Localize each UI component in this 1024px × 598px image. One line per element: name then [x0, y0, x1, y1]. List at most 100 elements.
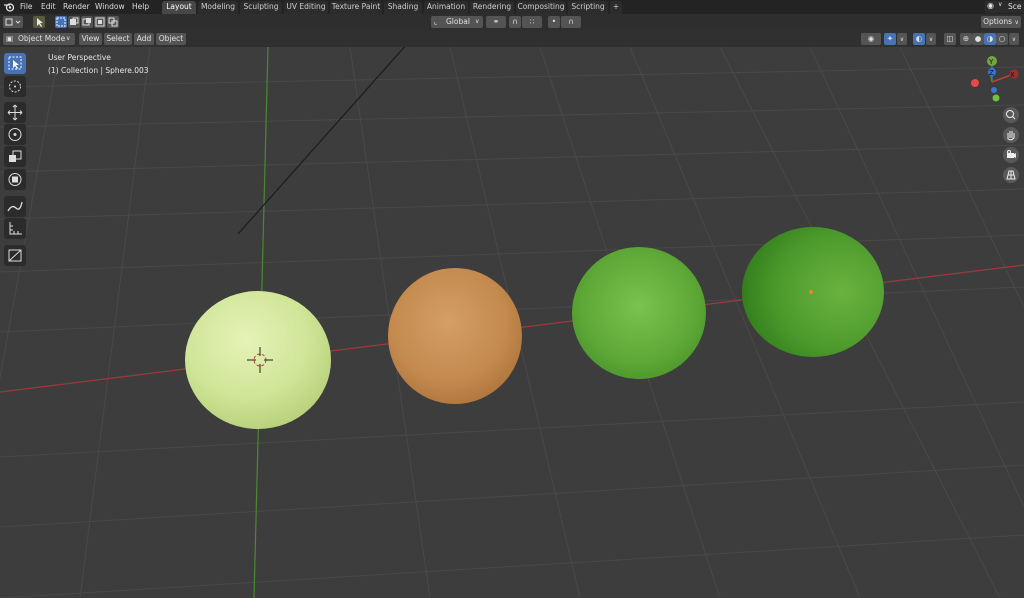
scene-selector[interactable]: ◉ ∨ Sce: [985, 1, 1024, 13]
snap-target-dropdown[interactable]: ∷: [522, 16, 542, 28]
3d-viewport[interactable]: User Perspective (1) Collection | Sphere…: [0, 47, 1024, 598]
shading-material-button[interactable]: ◑: [984, 33, 996, 45]
select-extend-icon[interactable]: [68, 16, 80, 28]
camera-view-button[interactable]: [1003, 147, 1019, 163]
zoom-button[interactable]: [1003, 107, 1019, 123]
cursor-icon: [9, 80, 21, 93]
menu-object[interactable]: Object: [156, 33, 186, 45]
tool-cursor[interactable]: [4, 76, 26, 97]
gizmo-toggle[interactable]: ✦: [884, 33, 896, 45]
tool-add-cube[interactable]: [4, 245, 26, 266]
menu-file[interactable]: File: [20, 1, 33, 13]
perspective-toggle-button[interactable]: [1003, 167, 1019, 183]
gizmo-dropdown[interactable]: ∨: [897, 33, 907, 45]
menu-edit[interactable]: Edit: [41, 1, 56, 13]
zoom-icon: [1006, 110, 1016, 120]
solid-sphere-icon: ●: [974, 34, 982, 43]
blender-logo-icon[interactable]: [4, 2, 15, 12]
tab-compositing[interactable]: Compositing: [516, 1, 566, 14]
tab-modeling[interactable]: Modeling: [198, 1, 238, 14]
tool-move[interactable]: [4, 102, 26, 123]
tab-uv-editing[interactable]: UV Editing: [284, 1, 328, 14]
sphere-green: [572, 247, 706, 379]
menu-render[interactable]: Render: [63, 1, 90, 13]
add-workspace-button[interactable]: +: [610, 1, 622, 14]
rotate-icon: [8, 128, 22, 141]
material-sphere-icon: ◑: [986, 34, 994, 43]
pivot-point-dropdown[interactable]: ⚭: [486, 16, 506, 28]
proportional-edit-toggle[interactable]: •: [548, 16, 560, 28]
viewport-header: ▣ Object Mode ∨ View Select Add Object ◉…: [0, 31, 1024, 47]
top-menu-bar: File Edit Render Window Help Layout Mode…: [0, 0, 1024, 14]
hand-icon: [1007, 131, 1015, 141]
tab-layout[interactable]: Layout: [162, 1, 196, 14]
editor-type-button[interactable]: [3, 16, 23, 28]
gizmo-icon: ✦: [886, 34, 894, 43]
move-icon: [7, 104, 23, 121]
mode-label: Object Mode: [18, 34, 66, 43]
pan-button[interactable]: [1003, 127, 1019, 143]
tab-animation[interactable]: Animation: [424, 1, 468, 14]
menu-view[interactable]: View: [79, 33, 102, 45]
visibility-dropdown[interactable]: ◉: [861, 33, 881, 45]
pivot-icon: ⚭: [492, 17, 500, 26]
falloff-dropdown[interactable]: ∩: [561, 16, 581, 28]
select-tool-icon[interactable]: [33, 16, 45, 28]
shading-solid-button[interactable]: ●: [972, 33, 984, 45]
overlay-toggle[interactable]: ◐: [913, 33, 925, 45]
add-cube-icon: [8, 249, 22, 262]
tab-rendering[interactable]: Rendering: [470, 1, 514, 14]
dot-icon: •: [551, 17, 557, 26]
overlay-dropdown[interactable]: ∨: [926, 33, 936, 45]
chevron-down-icon: ∨: [1011, 36, 1017, 43]
shading-rendered-button[interactable]: ○: [996, 33, 1008, 45]
navigation-gizmo[interactable]: X Y Z: [958, 52, 1024, 112]
menu-help[interactable]: Help: [132, 1, 149, 13]
menu-window[interactable]: Window: [95, 1, 125, 13]
tool-rotate[interactable]: [4, 124, 26, 145]
gizmo-neg-x: [971, 79, 979, 87]
select-intersect-icon[interactable]: [107, 16, 119, 28]
mode-dropdown[interactable]: ▣ Object Mode ∨: [3, 33, 75, 45]
viewport-perspective-label: User Perspective: [48, 53, 111, 62]
origin-point: [809, 290, 813, 294]
tool-select-box[interactable]: [4, 53, 26, 74]
select-invert-icon[interactable]: [94, 16, 106, 28]
tool-transform[interactable]: [4, 169, 26, 190]
options-dropdown[interactable]: Options ∨: [981, 16, 1021, 28]
chevron-down-icon: ∨: [899, 36, 905, 43]
tool-measure[interactable]: [4, 218, 26, 239]
tool-annotate[interactable]: [4, 196, 26, 217]
object-mode-icon: ▣: [6, 34, 14, 43]
tool-scale[interactable]: [4, 146, 26, 167]
tab-texture-paint[interactable]: Texture Paint: [330, 1, 382, 14]
chevron-down-icon: ∨: [928, 36, 934, 43]
viewport-scene: [0, 47, 1024, 598]
magnet-icon: ∩: [512, 17, 518, 26]
gizmo-x-label: X: [1010, 71, 1015, 79]
rendered-sphere-icon: ○: [998, 34, 1006, 43]
chevron-down-icon: ∨: [66, 35, 71, 42]
xray-toggle[interactable]: ◫: [944, 33, 956, 45]
transform-orientation-dropdown[interactable]: ⌞ Global ∨: [431, 16, 483, 28]
tab-scripting[interactable]: Scripting: [568, 1, 608, 14]
overlay-icon: ◐: [915, 34, 923, 43]
chevron-down-icon: ∨: [998, 1, 1003, 8]
select-new-icon[interactable]: [55, 16, 67, 28]
chevron-down-icon: ∨: [1014, 19, 1019, 26]
tab-shading[interactable]: Shading: [384, 1, 422, 14]
menu-select[interactable]: Select: [104, 33, 132, 45]
shading-wireframe-button[interactable]: ⊕: [960, 33, 972, 45]
camera-icon: [1007, 150, 1016, 158]
measure-icon: [9, 222, 22, 235]
annotate-icon: [7, 201, 23, 212]
select-subtract-icon[interactable]: [81, 16, 93, 28]
shading-dropdown[interactable]: ∨: [1009, 33, 1019, 45]
viewport-collection-label: (1) Collection | Sphere.003: [48, 66, 149, 75]
tab-sculpting[interactable]: Sculpting: [240, 1, 282, 14]
snap-toggle[interactable]: ∩: [509, 16, 521, 28]
menu-add[interactable]: Add: [134, 33, 154, 45]
gizmo-neg-z: [991, 87, 997, 93]
orientation-label: Global: [446, 17, 470, 26]
eye-icon: ◉: [867, 34, 875, 43]
